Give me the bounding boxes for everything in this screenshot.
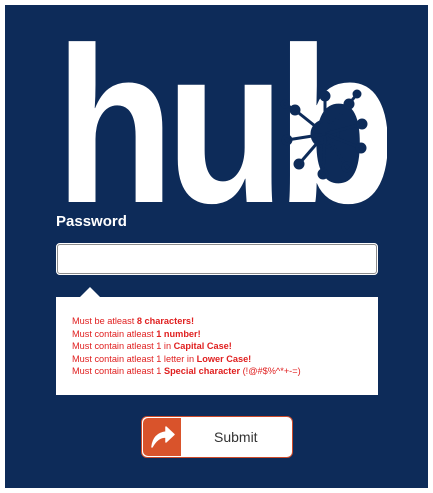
password-rule: Must be atleast 8 characters!: [72, 316, 195, 326]
password-input[interactable]: [56, 243, 378, 275]
login-panel: hub Password Must be atleast 8 character…: [5, 5, 428, 488]
tooltip-arrow: [80, 287, 100, 297]
password-rule: Must contain atleast 1 in Capital Case!: [72, 341, 232, 351]
password-rules-tooltip: Must be atleast 8 characters! Must conta…: [56, 287, 378, 395]
password-rule: Must contain atleast 1 letter in Lower C…: [72, 353, 252, 364]
password-rule: Must contain atleast 1 Special character…: [72, 366, 301, 376]
submit-label: Submit: [214, 429, 258, 445]
hub-logo: hub: [57, 30, 387, 210]
submit-button[interactable]: Submit: [141, 416, 293, 458]
password-label: Password: [56, 213, 127, 230]
share-arrow-icon: [143, 418, 181, 456]
password-rule: Must contain atleast 1 number!: [72, 328, 201, 339]
